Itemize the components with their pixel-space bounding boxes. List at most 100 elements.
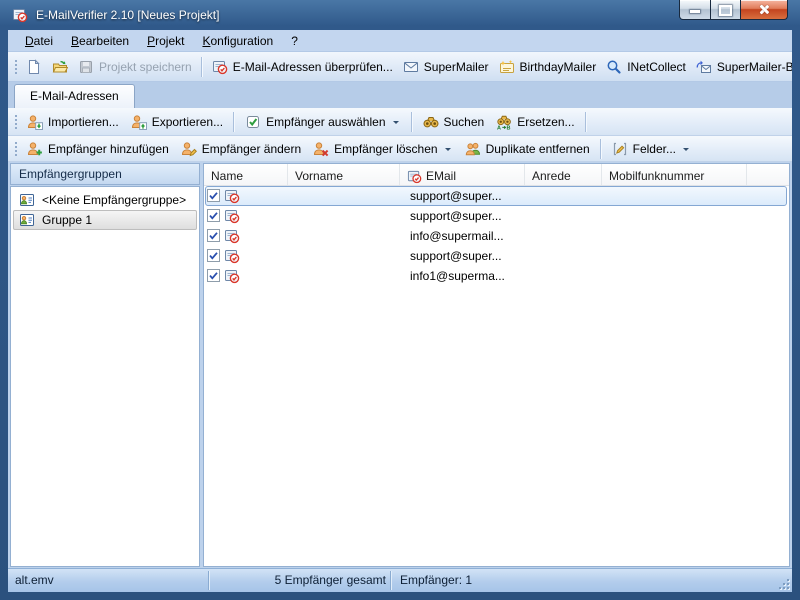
minimize-button[interactable] — [679, 0, 711, 20]
import-icon — [27, 114, 43, 130]
toolbar-separator — [600, 139, 602, 159]
column-header-filler — [747, 164, 789, 185]
delete-person-icon — [313, 141, 329, 157]
export-icon — [131, 114, 147, 130]
table-header: Name Vorname EMail Anrede Mobilfunknumme… — [204, 164, 789, 186]
verified-icon — [224, 208, 240, 224]
groups-panel-header: Empfängergruppen — [10, 163, 200, 185]
search-button[interactable]: Suchen — [417, 112, 491, 132]
table-row[interactable]: support@super... — [204, 186, 789, 206]
verify-icon — [212, 59, 228, 75]
toolbar-separator — [411, 112, 413, 132]
email-cell: support@super... — [410, 249, 502, 263]
resize-grip[interactable] — [777, 577, 790, 590]
add-recipient-button[interactable]: Empfänger hinzufügen — [21, 139, 175, 159]
search-globe-icon — [606, 59, 622, 75]
row-checkbox[interactable] — [207, 249, 220, 262]
delete-recipient-button[interactable]: Empfänger löschen — [307, 139, 458, 159]
group-item-none[interactable]: <Keine Empfängergruppe> — [13, 190, 197, 210]
row-checkbox[interactable] — [207, 229, 220, 242]
save-project-button: Projekt speichern — [73, 56, 197, 78]
statusbar-selection: Empfänger: 1 — [400, 573, 472, 587]
menu-projekt[interactable]: Projekt — [138, 31, 193, 51]
fields-button[interactable]: Felder... — [606, 139, 697, 159]
supermailer-bounce-button[interactable]: SuperMailer-Bounce — [691, 56, 792, 78]
dropdown-arrow-icon[interactable] — [683, 148, 689, 154]
table-row[interactable]: support@super... — [204, 206, 789, 226]
toolbar-separator — [585, 112, 587, 132]
statusbar: alt.emv 5 Empfänger gesamt Empfänger: 1 — [8, 568, 792, 592]
group-icon — [19, 212, 35, 228]
minimize-icon — [690, 10, 700, 13]
verified-icon — [224, 248, 240, 264]
select-recipients-button[interactable]: Empfänger auswählen — [239, 112, 406, 132]
statusbar-total: 5 Empfänger gesamt — [210, 573, 386, 587]
column-header-mobilfunknummer[interactable]: Mobilfunknummer — [602, 164, 747, 185]
bounce-icon — [696, 59, 712, 75]
row-checkbox[interactable] — [207, 209, 220, 222]
row-checkbox[interactable] — [207, 189, 220, 202]
menu-help[interactable]: ? — [282, 31, 307, 51]
column-header-email[interactable]: EMail — [400, 164, 525, 185]
new-document-icon — [26, 59, 42, 75]
recipients-table: Name Vorname EMail Anrede Mobilfunknumme… — [203, 163, 790, 567]
verify-addresses-button[interactable]: E-Mail-Adressen überprüfen... — [207, 56, 398, 78]
verified-icon — [224, 188, 240, 204]
duplicates-icon — [465, 141, 481, 157]
verified-icon — [224, 228, 240, 244]
menu-konfiguration[interactable]: Konfiguration — [193, 31, 282, 51]
supermailer-button[interactable]: SuperMailer — [398, 56, 494, 78]
save-icon — [78, 59, 94, 75]
toolbar-grip[interactable] — [13, 58, 18, 76]
group-item-gruppe1[interactable]: Gruppe 1 — [13, 210, 197, 230]
toolbar-grip[interactable] — [13, 140, 18, 158]
birthdaymailer-button[interactable]: BirthdayMailer — [494, 56, 602, 78]
verified-icon — [224, 268, 240, 284]
tab-email-adressen[interactable]: E-Mail-Adressen — [14, 84, 135, 108]
groups-list: <Keine Empfängergruppe> Gruppe 1 — [10, 186, 200, 567]
add-person-icon — [27, 141, 43, 157]
actionbar-import-export: Importieren... Exportieren... Empfänger … — [8, 108, 792, 136]
app-icon — [12, 7, 28, 23]
table-row[interactable]: support@super... — [204, 246, 789, 266]
mailer-icon — [403, 59, 419, 75]
email-cell: support@super... — [410, 209, 502, 223]
new-project-button[interactable] — [21, 56, 47, 78]
edit-recipient-button[interactable]: Empfänger ändern — [175, 139, 307, 159]
tabstrip: E-Mail-Adressen — [8, 82, 792, 108]
dropdown-arrow-icon[interactable] — [445, 148, 451, 154]
import-button[interactable]: Importieren... — [21, 112, 125, 132]
statusbar-filename: alt.emv — [15, 573, 54, 587]
replace-button[interactable]: AB Ersetzen... — [490, 112, 580, 132]
menubar: Datei Bearbeiten Projekt Konfiguration ? — [8, 30, 792, 52]
remove-duplicates-button[interactable]: Duplikate entfernen — [459, 139, 596, 159]
menu-bearbeiten[interactable]: Bearbeiten — [62, 31, 138, 51]
edit-person-icon — [181, 141, 197, 157]
recipient-groups-panel: Empfängergruppen <Keine Empfängergruppe>… — [10, 163, 200, 567]
svg-text:B: B — [507, 125, 511, 130]
maximize-button[interactable] — [710, 0, 741, 20]
replace-icon: AB — [496, 114, 512, 130]
table-row[interactable]: info1@superma... — [204, 266, 789, 286]
dropdown-arrow-icon[interactable] — [393, 121, 399, 127]
inetcollect-button[interactable]: INetCollect — [601, 56, 691, 78]
menu-datei[interactable]: Datei — [16, 31, 62, 51]
group-icon — [19, 192, 35, 208]
open-project-button[interactable] — [47, 56, 73, 78]
titlebar: E-MailVerifier 2.10 [Neues Projekt] — [0, 0, 800, 30]
column-header-vorname[interactable]: Vorname — [288, 164, 400, 185]
binoculars-icon — [423, 114, 439, 130]
window-title: E-MailVerifier 2.10 [Neues Projekt] — [36, 8, 219, 22]
svg-text:A: A — [497, 125, 501, 130]
maximize-icon — [719, 5, 732, 16]
row-checkbox[interactable] — [207, 269, 220, 282]
verify-icon — [407, 169, 422, 184]
column-header-anrede[interactable]: Anrede — [525, 164, 602, 185]
table-row[interactable]: info@supermail... — [204, 226, 789, 246]
select-check-icon — [245, 114, 261, 130]
export-button[interactable]: Exportieren... — [125, 112, 229, 132]
close-button[interactable] — [740, 0, 788, 20]
toolbar-grip[interactable] — [13, 113, 18, 131]
toolbar-separator — [201, 57, 203, 77]
column-header-name[interactable]: Name — [204, 164, 288, 185]
